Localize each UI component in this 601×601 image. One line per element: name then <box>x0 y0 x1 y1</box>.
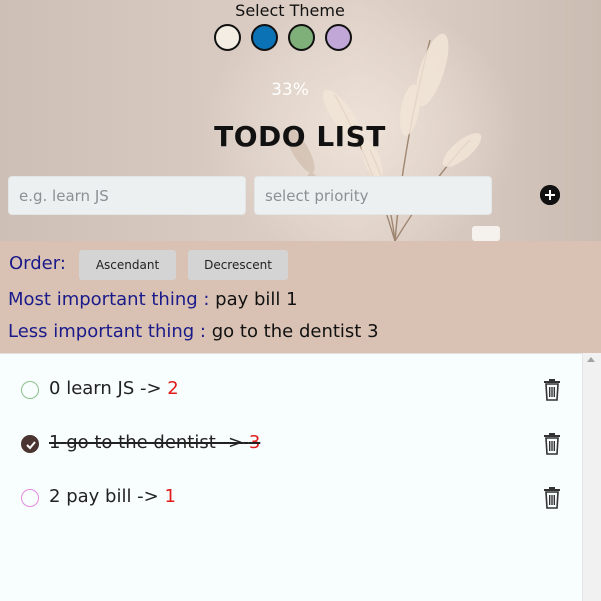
todo-app: Select Theme 33% TODO LIST Order: Ascend… <box>0 0 601 601</box>
todo-text: 0 learn JS -> 2 <box>49 378 179 399</box>
plus-circle-icon <box>540 185 560 205</box>
todo-checkbox[interactable] <box>21 381 39 399</box>
todo-label: go to the dentist -> <box>66 432 244 453</box>
sort-descending-button[interactable]: Decrescent <box>188 250 288 280</box>
most-important-summary: Most important thing : pay bill 1 <box>8 289 298 310</box>
add-task-button[interactable] <box>540 185 560 205</box>
theme-swatch-lavender[interactable] <box>325 24 352 51</box>
progress-percentage: 33% <box>271 80 309 100</box>
theme-label: Select Theme <box>235 1 345 20</box>
task-input[interactable] <box>8 176 246 215</box>
delete-todo-button[interactable] <box>543 487 561 509</box>
todo-label: learn JS -> <box>66 378 162 399</box>
todo-item: 1 go to the dentist -> 3 <box>0 425 582 465</box>
less-important-summary: Less important thing : go to the dentist… <box>8 321 379 342</box>
list-scrollbar[interactable] <box>582 353 601 601</box>
todo-checkbox-checked[interactable] <box>21 435 39 453</box>
todo-checkbox[interactable] <box>21 489 39 507</box>
todo-index: 2 <box>49 486 61 507</box>
order-section: Order: Ascendant Decrescent Most importa… <box>0 241 601 353</box>
theme-swatch-cream[interactable] <box>214 24 241 51</box>
todo-label: pay bill -> <box>66 486 159 507</box>
trash-icon <box>544 487 560 509</box>
todo-priority: 2 <box>167 378 179 399</box>
sort-ascending-button[interactable]: Ascendant <box>79 250 176 280</box>
most-important-label: Most important thing : <box>8 289 210 310</box>
todo-index: 0 <box>49 378 61 399</box>
less-important-label: Less important thing : <box>8 321 206 342</box>
todo-index: 1 <box>49 432 61 453</box>
todo-item: 0 learn JS -> 2 <box>0 371 582 411</box>
order-label: Order: <box>9 253 66 274</box>
theme-swatch-blue[interactable] <box>251 24 278 51</box>
delete-todo-button[interactable] <box>543 379 561 401</box>
most-important-value: pay bill 1 <box>215 289 298 310</box>
todo-list: 0 learn JS -> 2 1 go to the dentist -> 3 <box>0 353 582 601</box>
theme-swatch-green[interactable] <box>288 24 315 51</box>
hero-banner: Select Theme 33% TODO LIST <box>0 0 601 241</box>
less-important-value: go to the dentist 3 <box>211 321 379 342</box>
scroll-up-arrow-icon[interactable] <box>587 357 595 362</box>
page-title: TODO LIST <box>214 120 386 153</box>
todo-item: 2 pay bill -> 1 <box>0 479 582 519</box>
todo-text: 2 pay bill -> 1 <box>49 486 176 507</box>
todo-priority: 1 <box>164 486 176 507</box>
delete-todo-button[interactable] <box>543 433 561 455</box>
todo-text: 1 go to the dentist -> 3 <box>49 432 260 453</box>
checkmark-icon <box>26 441 36 450</box>
theme-swatches <box>214 24 352 51</box>
trash-icon <box>544 379 560 401</box>
todo-priority: 3 <box>248 432 261 453</box>
priority-input[interactable] <box>254 176 492 215</box>
trash-icon <box>544 433 560 455</box>
